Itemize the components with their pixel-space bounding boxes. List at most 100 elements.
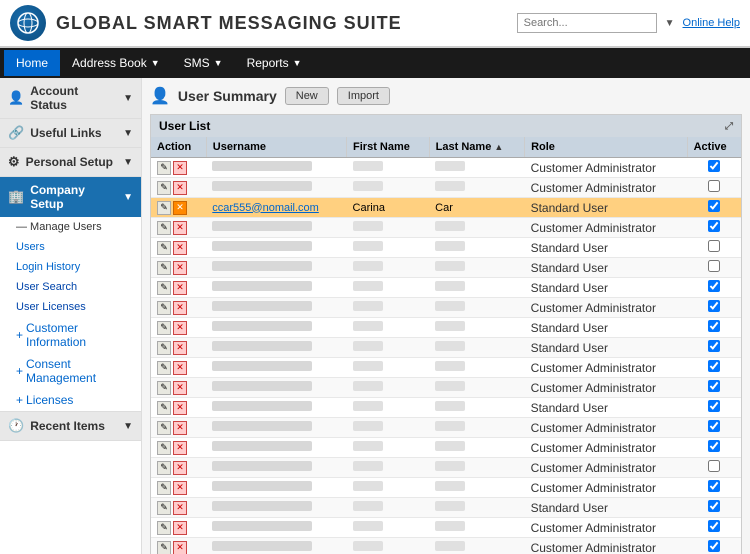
active-checkbox[interactable] — [708, 540, 720, 552]
lastname-cell — [429, 538, 524, 554]
edit-icon[interactable]: ✎ — [157, 221, 171, 235]
edit-icon[interactable]: ✎ — [157, 521, 171, 535]
active-checkbox[interactable] — [708, 180, 720, 192]
sidebar-account-status-header[interactable]: 👤 Account Status ▼ — [0, 78, 141, 118]
delete-icon[interactable]: ✕ — [173, 381, 187, 395]
col-firstname[interactable]: First Name — [347, 137, 430, 158]
edit-icon[interactable]: ✎ — [157, 421, 171, 435]
edit-icon[interactable]: ✎ — [157, 441, 171, 455]
delete-icon[interactable]: ✕ — [173, 441, 187, 455]
sidebar-item-licenses[interactable]: + Licenses — [0, 389, 141, 411]
edit-icon[interactable]: ✎ — [157, 461, 171, 475]
sidebar-recent-items-header[interactable]: 🕐 Recent Items ▼ — [0, 412, 141, 440]
active-checkbox[interactable] — [708, 480, 720, 492]
username-cell — [206, 338, 346, 358]
delete-icon[interactable]: ✕ — [173, 501, 187, 515]
delete-icon[interactable]: ✕ — [173, 161, 187, 175]
edit-icon[interactable]: ✎ — [157, 201, 171, 215]
delete-icon[interactable]: ✕ — [173, 261, 187, 275]
delete-icon[interactable]: ✕ — [173, 341, 187, 355]
active-checkbox[interactable] — [708, 320, 720, 332]
global-search-input[interactable] — [517, 13, 657, 33]
delete-icon[interactable]: ✕ — [173, 481, 187, 495]
filter-icon[interactable]: ▼ — [665, 18, 675, 29]
delete-icon[interactable]: ✕ — [173, 281, 187, 295]
sidebar-item-consent-management[interactable]: + Consent Management — [0, 353, 141, 389]
import-button[interactable]: Import — [337, 87, 390, 105]
new-button[interactable]: New — [285, 87, 329, 105]
active-checkbox[interactable] — [708, 300, 720, 312]
delete-icon[interactable]: ✕ — [173, 401, 187, 415]
edit-icon[interactable]: ✎ — [157, 181, 171, 195]
active-checkbox[interactable] — [708, 160, 720, 172]
sidebar-personal-setup-header[interactable]: ⚙ Personal Setup ▼ — [0, 148, 141, 176]
online-help-link[interactable]: Online Help — [683, 17, 740, 29]
active-checkbox[interactable] — [708, 380, 720, 392]
edit-icon[interactable]: ✎ — [157, 241, 171, 255]
sidebar-section-company-setup: 🏢 Company Setup ▼ — Manage Users Users L… — [0, 177, 141, 412]
col-action[interactable]: Action — [151, 137, 206, 158]
username-cell — [206, 278, 346, 298]
delete-icon[interactable]: ✕ — [173, 301, 187, 315]
edit-icon[interactable]: ✎ — [157, 161, 171, 175]
edit-icon[interactable]: ✎ — [157, 301, 171, 315]
delete-icon[interactable]: ✕ — [173, 181, 187, 195]
edit-icon[interactable]: ✎ — [157, 381, 171, 395]
resize-icon[interactable]: ⤢ — [725, 121, 733, 132]
delete-icon[interactable]: ✕ — [173, 241, 187, 255]
edit-icon[interactable]: ✎ — [157, 361, 171, 375]
nav-address-book[interactable]: Address Book ▼ — [60, 50, 172, 76]
sidebar-item-users[interactable]: Users — [0, 237, 141, 257]
delete-icon[interactable]: ✕ — [173, 221, 187, 235]
edit-icon[interactable]: ✎ — [157, 341, 171, 355]
username-link[interactable]: ccar555@nomail.com — [212, 202, 319, 214]
edit-icon[interactable]: ✎ — [157, 281, 171, 295]
sidebar-item-customer-info[interactable]: + Customer Information — [0, 317, 141, 353]
edit-icon[interactable]: ✎ — [157, 541, 171, 554]
active-checkbox[interactable] — [708, 200, 720, 212]
active-checkbox[interactable] — [708, 460, 720, 472]
delete-icon[interactable]: ✕ — [173, 421, 187, 435]
sidebar-company-setup-header[interactable]: 🏢 Company Setup ▼ — [0, 177, 141, 217]
nav-home[interactable]: Home — [4, 50, 60, 76]
active-checkbox[interactable] — [708, 240, 720, 252]
col-role[interactable]: Role — [525, 137, 688, 158]
active-checkbox[interactable] — [708, 220, 720, 232]
active-checkbox[interactable] — [708, 280, 720, 292]
sidebar-item-user-search[interactable]: User Search — [0, 277, 141, 297]
nav-sms[interactable]: SMS ▼ — [172, 50, 235, 76]
delete-icon[interactable]: ✕ — [173, 321, 187, 335]
active-checkbox[interactable] — [708, 340, 720, 352]
active-checkbox[interactable] — [708, 440, 720, 452]
col-active[interactable]: Active — [687, 137, 741, 158]
active-checkbox[interactable] — [708, 260, 720, 272]
delete-icon[interactable]: ✕ — [173, 541, 187, 554]
nav-reports[interactable]: Reports ▼ — [235, 50, 314, 76]
delete-icon[interactable]: ✕ — [173, 361, 187, 375]
edit-icon[interactable]: ✎ — [157, 401, 171, 415]
col-username[interactable]: Username — [206, 137, 346, 158]
edit-icon[interactable]: ✎ — [157, 501, 171, 515]
role-text: Standard User — [531, 401, 608, 415]
delete-icon[interactable]: ✕ — [173, 521, 187, 535]
role-cell: Customer Administrator — [525, 538, 688, 554]
lastname-cell — [429, 398, 524, 418]
action-icons: ✎ ✕ — [157, 421, 200, 435]
edit-icon[interactable]: ✎ — [157, 321, 171, 335]
sidebar-section-useful-links: 🔗 Useful Links ▼ — [0, 119, 141, 148]
sidebar-useful-links-header[interactable]: 🔗 Useful Links ▼ — [0, 119, 141, 147]
delete-icon[interactable]: ✕ — [173, 461, 187, 475]
active-checkbox[interactable] — [708, 420, 720, 432]
active-checkbox[interactable] — [708, 500, 720, 512]
delete-icon[interactable]: ✕ — [173, 201, 187, 215]
sidebar-item-login-history[interactable]: Login History — [0, 257, 141, 277]
firstname-blurred — [353, 341, 383, 351]
edit-icon[interactable]: ✎ — [157, 481, 171, 495]
active-checkbox[interactable] — [708, 400, 720, 412]
edit-icon[interactable]: ✎ — [157, 261, 171, 275]
active-checkbox[interactable] — [708, 360, 720, 372]
col-lastname[interactable]: Last Name ▲ — [429, 137, 524, 158]
sidebar-item-user-licenses[interactable]: User Licenses — [0, 297, 141, 317]
lastname-cell: Car — [429, 198, 524, 218]
active-checkbox[interactable] — [708, 520, 720, 532]
